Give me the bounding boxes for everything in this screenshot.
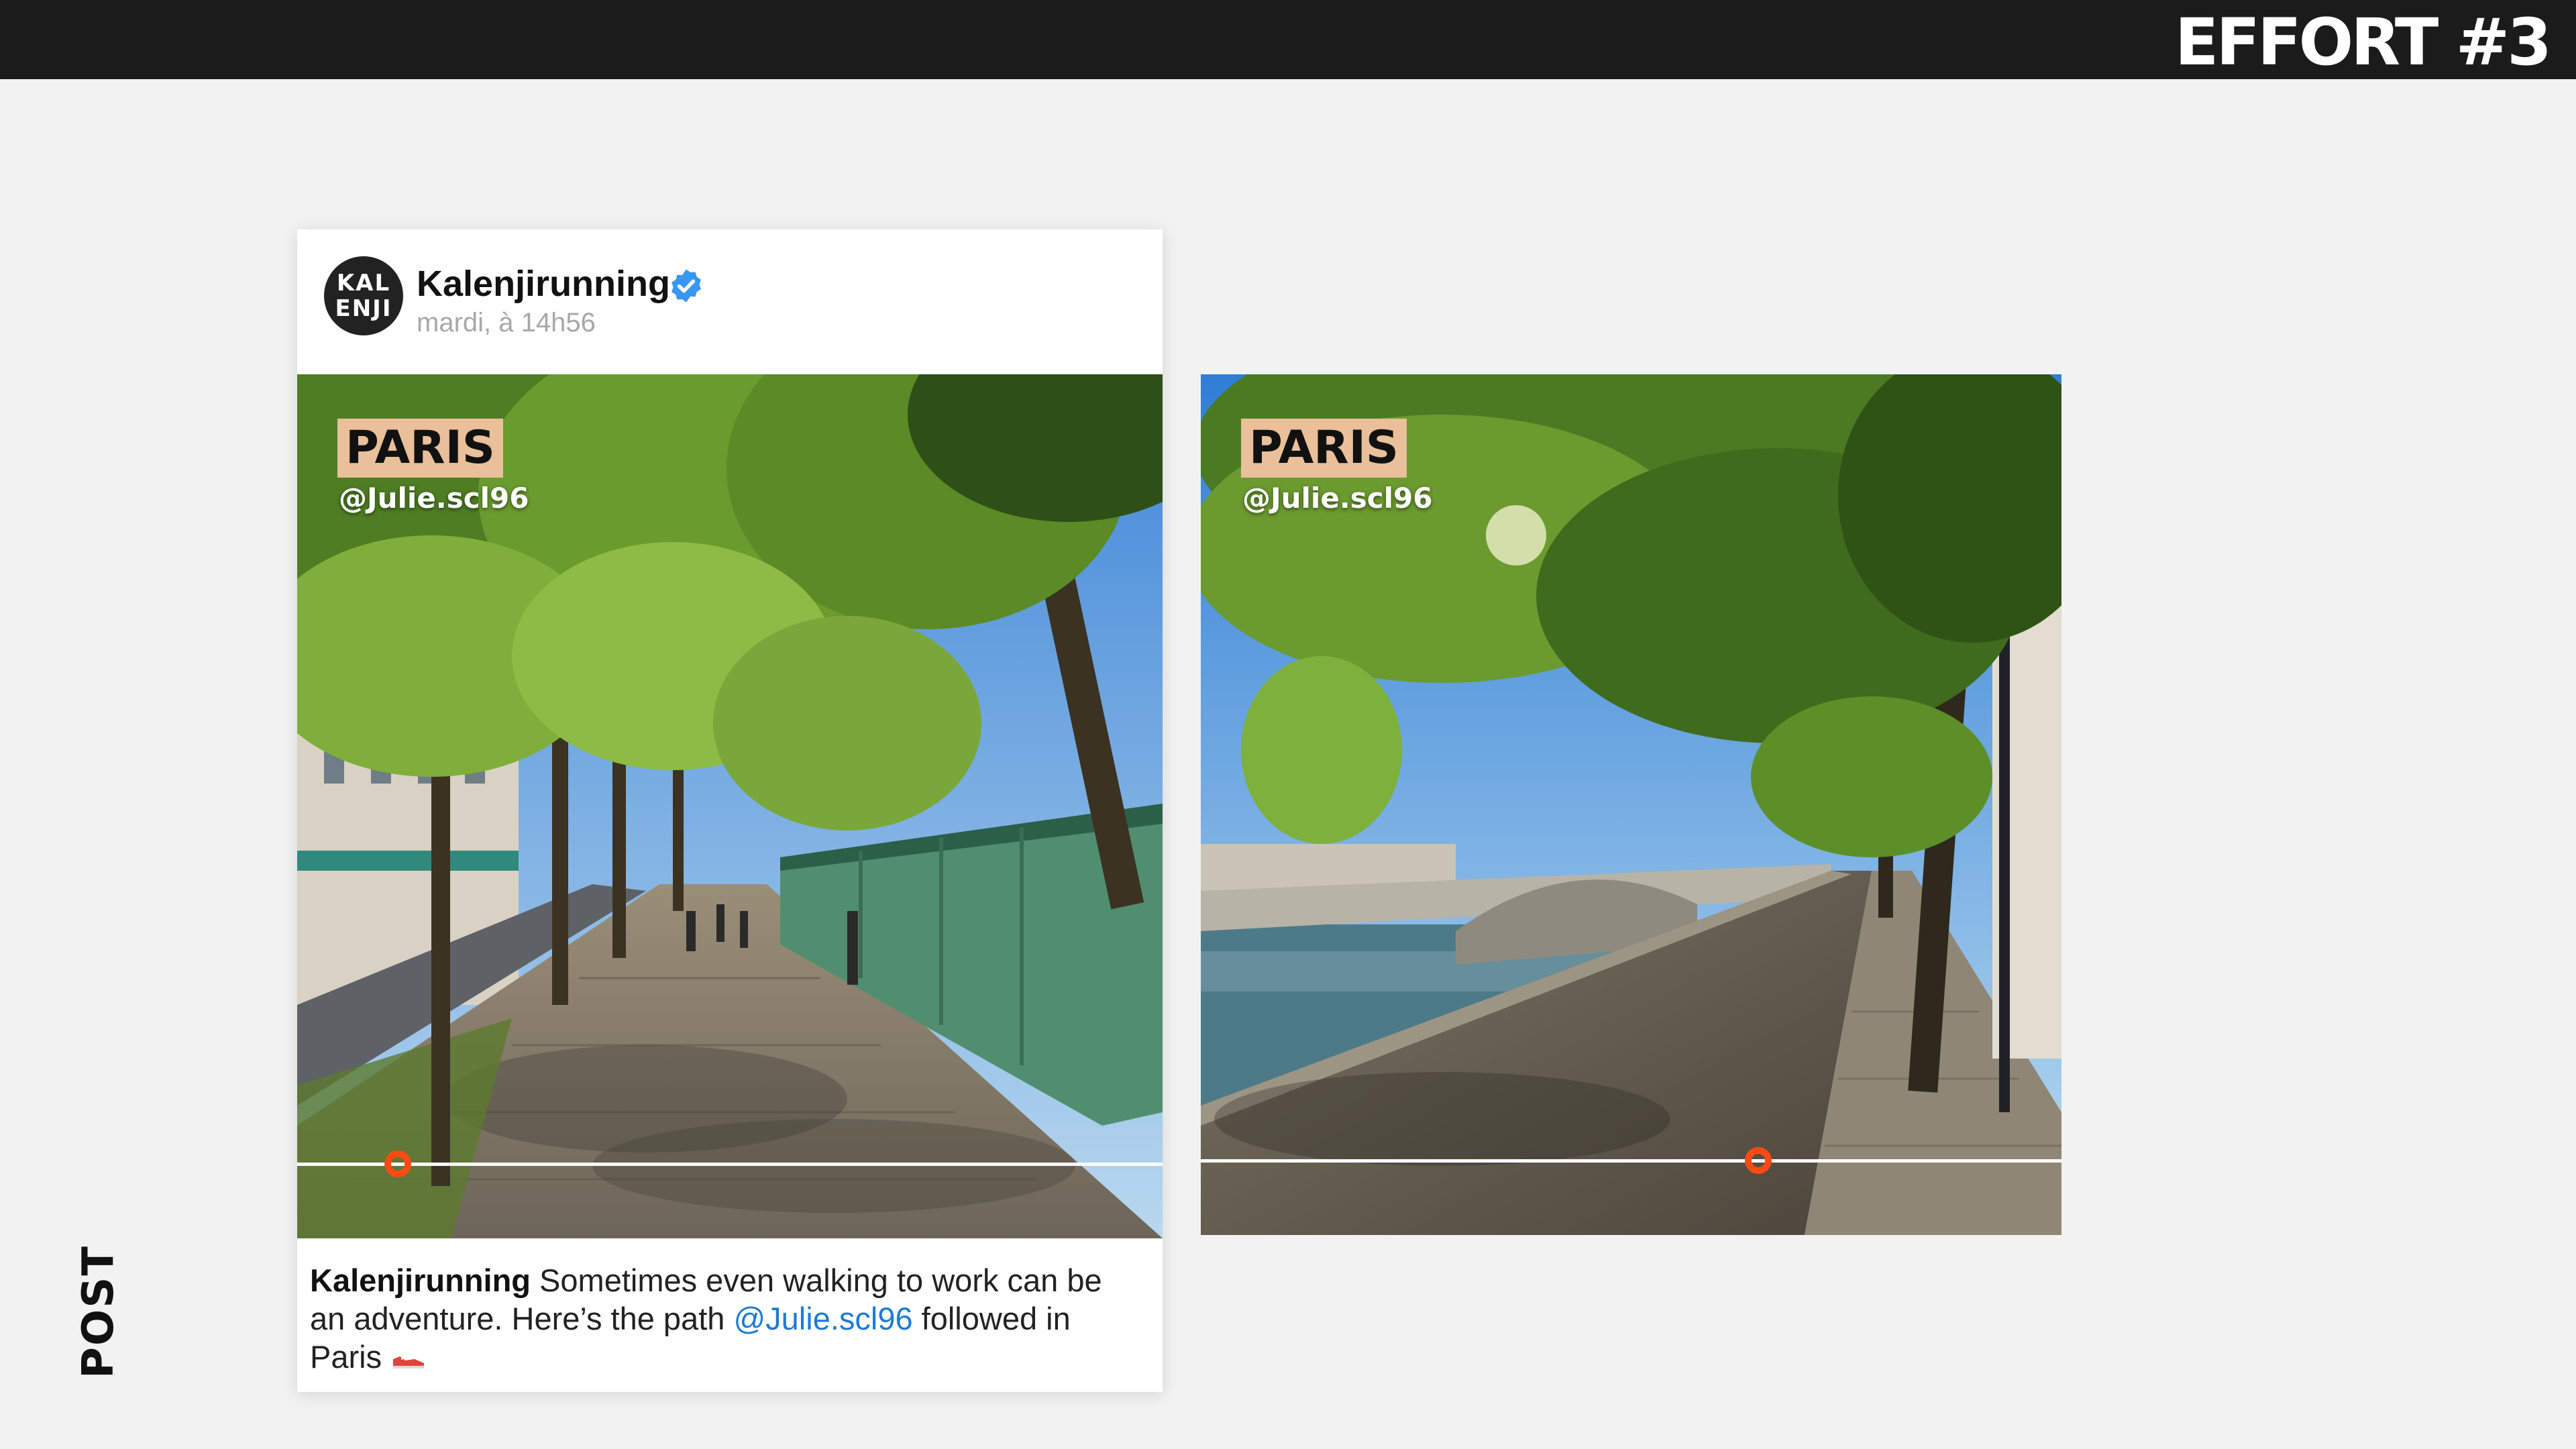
city-tag: PARIS xyxy=(1241,419,1407,478)
account-name[interactable]: Kalenjirunning xyxy=(417,263,670,305)
top-bar: EFFORT #3 xyxy=(0,0,2576,79)
running-shoe-icon xyxy=(393,1356,425,1368)
progress-marker[interactable] xyxy=(384,1150,411,1177)
post-photo-2[interactable]: PARIS @Julie.scl96 xyxy=(1201,374,2061,1235)
caption-account[interactable]: Kalenjirunning xyxy=(310,1263,531,1298)
photo-credit-handle: @Julie.scl96 xyxy=(1242,482,1433,515)
side-label: POST xyxy=(74,1244,123,1379)
photo-credit-handle: @Julie.scl96 xyxy=(339,482,529,515)
avatar[interactable]: KAL ENJI xyxy=(324,256,403,335)
progress-track xyxy=(297,1163,1163,1166)
verified-badge-icon xyxy=(672,269,701,303)
post-photo-1[interactable]: PARIS @Julie.scl96 xyxy=(297,374,1163,1238)
avatar-line-1: KAL xyxy=(336,270,391,297)
post-time: mardi, à 14h56 xyxy=(417,308,596,337)
page-title: EFFORT #3 xyxy=(2174,5,2552,80)
post-header: KAL ENJI Kalenjirunning mardi, à 14h56 xyxy=(297,229,1163,374)
progress-track xyxy=(1201,1159,2061,1163)
avatar-line-2: ENJI xyxy=(335,295,392,322)
progress-marker[interactable] xyxy=(1745,1147,1772,1174)
caption-mention[interactable]: @Julie.scl96 xyxy=(733,1301,912,1336)
post-caption: Kalenjirunning Sometimes even walking to… xyxy=(310,1261,1142,1376)
city-tag: PARIS xyxy=(337,419,503,478)
